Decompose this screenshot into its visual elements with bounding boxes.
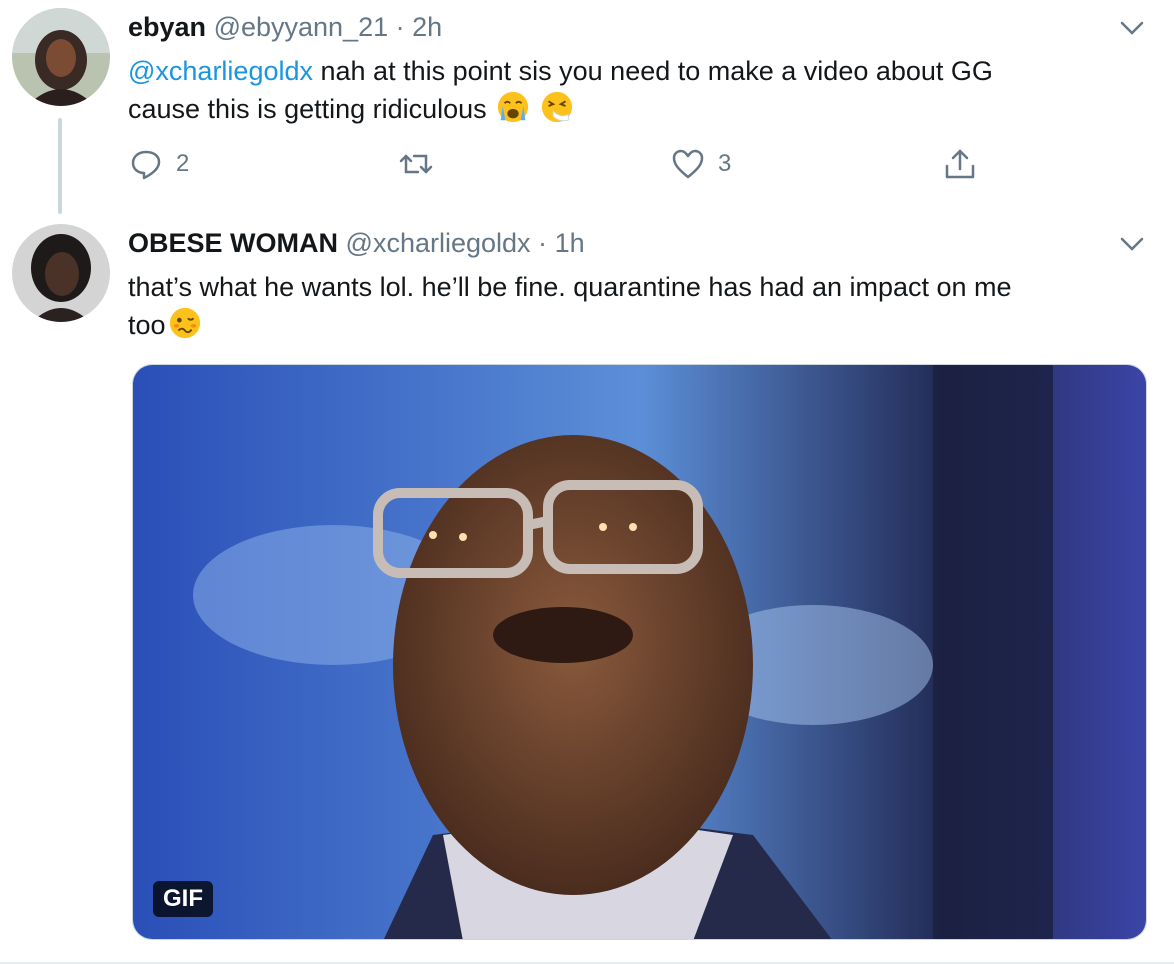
separator: · [538, 228, 548, 258]
avatar[interactable] [12, 8, 110, 106]
display-name[interactable]: ebyan [128, 12, 206, 42]
like-count: 3 [718, 150, 732, 177]
gif-media[interactable]: GIF [132, 364, 1147, 940]
reply-icon [131, 150, 161, 180]
gif-image [133, 365, 1146, 939]
retweet-button[interactable] [398, 140, 446, 188]
tweet-actions: 2 3 [128, 140, 1028, 188]
reply-button[interactable]: 2 [128, 140, 189, 188]
tweet-obese-woman[interactable]: OBESE WOMAN @xcharliegoldx · 1h that’s w… [0, 214, 1174, 962]
tweet-header: OBESE WOMAN @xcharliegoldx · 1h [128, 228, 585, 259]
loudly-crying-face-icon [498, 91, 529, 123]
tweet-text: that’s what he wants lol. he’ll be fine.… [128, 272, 1012, 340]
timestamp[interactable]: 2h [412, 12, 442, 42]
avatar[interactable] [12, 224, 110, 322]
separator: · [395, 12, 405, 42]
thread-line [58, 118, 62, 214]
reply-count: 2 [176, 150, 190, 177]
share-button[interactable] [942, 140, 978, 188]
heart-icon [672, 149, 704, 179]
woozy-face-icon [169, 307, 200, 339]
tweet-ebyan[interactable]: ebyan @ebyyann_21 · 2h @xcharliegoldx na… [0, 0, 1174, 214]
sneezing-face-icon [541, 91, 572, 123]
retweet-icon [399, 154, 433, 174]
tweet-header: ebyan @ebyyann_21 · 2h [128, 12, 442, 43]
timestamp[interactable]: 1h [555, 228, 585, 258]
like-button[interactable]: 3 [670, 140, 731, 188]
handle[interactable]: @xcharliegoldx [346, 228, 531, 258]
tweet-text: @xcharliegoldx nah at this point sis you… [128, 56, 993, 124]
mention-link[interactable]: @xcharliegoldx [128, 56, 313, 86]
display-name[interactable]: OBESE WOMAN [128, 228, 338, 258]
chevron-down-icon[interactable] [1120, 20, 1144, 36]
chevron-down-icon[interactable] [1120, 236, 1144, 252]
gif-badge: GIF [153, 881, 213, 917]
handle[interactable]: @ebyyann_21 [214, 12, 389, 42]
share-icon [945, 149, 975, 179]
